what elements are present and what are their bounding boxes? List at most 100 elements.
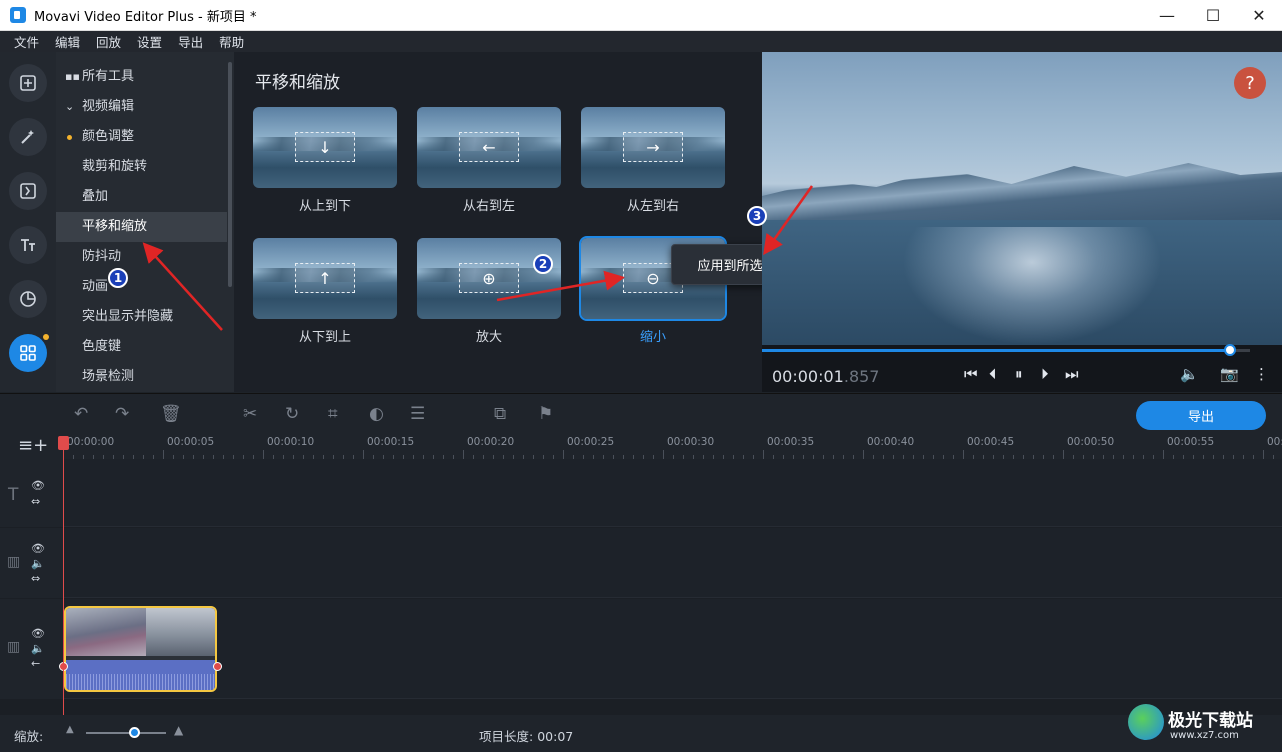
tool-item-scene-detection[interactable]: 场景检测 <box>56 362 227 392</box>
chevron-down-icon: ⌄ <box>65 100 75 113</box>
titles-icon[interactable] <box>9 226 47 264</box>
ruler-tick-label: 00:00:30 <box>667 436 715 448</box>
effect-label-selected: 缩小 <box>639 330 666 345</box>
help-button[interactable]: ? <box>1234 67 1266 99</box>
title-track-icon: T <box>8 485 19 505</box>
tool-item-color-adjust[interactable]: 颜色调整 <box>56 122 227 152</box>
tool-item-stabilization[interactable]: 防抖动 <box>56 242 227 272</box>
menu-file[interactable]: 文件 <box>14 32 39 51</box>
ruler-tick-label: 00:00:45 <box>967 436 1015 448</box>
zoom-slider-handle[interactable] <box>129 727 140 738</box>
cut-icon[interactable]: ✂ <box>243 404 257 424</box>
delete-icon[interactable]: 🗑 <box>160 404 182 424</box>
filters-wand-icon[interactable] <box>9 118 47 156</box>
overlay-track[interactable] <box>63 528 1282 598</box>
rotate-icon[interactable]: ↻ <box>285 404 299 424</box>
playhead[interactable] <box>58 436 69 715</box>
tool-item-chroma-key[interactable]: 色度键 <box>56 332 227 362</box>
ruler-tick-mark <box>563 450 564 459</box>
tool-item-crop-rotate[interactable]: 裁剪和旋转 <box>56 152 227 182</box>
redo-icon[interactable]: ↷ <box>115 404 129 424</box>
stickers-icon[interactable] <box>9 280 47 318</box>
tool-item-animation[interactable]: 动画 <box>56 272 227 302</box>
visibility-eye-icon[interactable]: 👁 <box>31 542 45 555</box>
effect-top-to-bottom[interactable]: ↓ <box>253 107 397 188</box>
prev-frame-icon[interactable]: ⏴ <box>989 365 997 383</box>
maximize-button[interactable]: ☐ <box>1190 0 1236 31</box>
ruler-tick-mark <box>763 450 764 459</box>
title-track[interactable] <box>63 459 1282 527</box>
add-track-icon[interactable]: ≡+ <box>18 435 48 456</box>
minimize-button[interactable]: — <box>1144 0 1190 31</box>
arrow-left-icon[interactable]: ← <box>31 657 40 670</box>
menu-export[interactable]: 导出 <box>178 32 203 51</box>
audio-speaker-icon[interactable]: 🔈 <box>31 642 45 655</box>
timeline-ruler[interactable]: ≡+ 00:00:00 00:00:05 00:00:10 00:00:15 00:00… <box>0 433 1282 459</box>
audio-speaker-icon[interactable]: 🔈 <box>31 557 45 570</box>
video-clip[interactable] <box>64 606 217 692</box>
main-track-header: ▥ 👁 🔈 ← <box>0 599 63 699</box>
ruler-tick-mark <box>463 450 464 459</box>
menu-playback[interactable]: 回放 <box>96 32 121 51</box>
visibility-eye-icon[interactable]: 👁 <box>31 479 45 492</box>
export-button[interactable]: 导出 <box>1136 401 1266 430</box>
seek-handle[interactable] <box>1224 344 1237 356</box>
snapshot-icon[interactable]: 📷 <box>1220 365 1239 383</box>
clip-trim-handle-right[interactable] <box>213 662 222 671</box>
crop-icon[interactable]: ⌗ <box>328 404 338 424</box>
clip-audio-waveform <box>66 660 215 690</box>
arrow-up-icon: ↑ <box>295 263 355 293</box>
main-video-track[interactable] <box>63 599 1282 699</box>
next-frame-icon[interactable]: ⏵ <box>1041 365 1049 383</box>
tools-scrollbar[interactable] <box>228 62 232 287</box>
effect-bottom-to-top[interactable]: ↑ <box>253 238 397 319</box>
close-button[interactable]: ✕ <box>1236 0 1282 31</box>
effects-title: 平移和缩放 <box>255 73 340 93</box>
arrow-left-icon: ← <box>459 132 519 162</box>
menu-edit[interactable]: 编辑 <box>55 32 80 51</box>
ruler-tick-mark <box>863 450 864 459</box>
watermark: 极光下载站 www.xz7.com <box>1128 700 1278 748</box>
color-adjust-icon[interactable]: ◐ <box>369 404 384 424</box>
title-track-header: T 👁 ⇔ <box>0 459 63 527</box>
tools-list: ▪▪ 所有工具 ⌄ 视频编辑 颜色调整 裁剪和旋转 叠加 平移和缩放 防抖动 动… <box>56 52 234 392</box>
effect-right-to-left[interactable]: ← <box>417 107 561 188</box>
more-tools-icon[interactable] <box>9 334 49 372</box>
effect-left-to-right[interactable]: → <box>581 107 725 188</box>
effect-zoom-in[interactable]: ⊕ <box>417 238 561 319</box>
mountain-decor <box>762 163 1282 220</box>
menu-help[interactable]: 帮助 <box>219 32 244 51</box>
more-options-icon[interactable]: ⋮ <box>1254 365 1269 383</box>
zoom-slider[interactable] <box>86 732 166 734</box>
import-icon[interactable] <box>9 64 47 102</box>
new-indicator-dot <box>43 334 49 340</box>
link-icon[interactable]: ⇔ <box>31 495 40 508</box>
tool-item-highlight-conceal[interactable]: 突出显示并隐藏 <box>56 302 227 332</box>
skip-end-icon[interactable]: ⏭ <box>1065 365 1079 383</box>
ruler-tick-label: 00:00:05 <box>167 436 215 448</box>
skip-start-icon[interactable]: ⏮ <box>964 365 978 383</box>
visibility-eye-icon[interactable]: 👁 <box>31 627 45 640</box>
link-icon[interactable]: ⇔ <box>31 572 40 585</box>
zoom-out-mountain-icon[interactable]: ▲ <box>66 724 74 735</box>
watermark-url: www.xz7.com <box>1170 730 1239 741</box>
marker-flag-icon[interactable]: ⚑ <box>538 404 553 424</box>
tool-item-pan-zoom[interactable]: 平移和缩放 <box>56 212 227 242</box>
tool-label: 叠加 <box>82 189 109 204</box>
ruler-tick-mark <box>163 450 164 459</box>
zoom-in-mountain-icon[interactable]: ▲ <box>174 723 183 737</box>
undo-icon[interactable]: ↶ <box>74 404 88 424</box>
arrow-right-icon: → <box>623 132 683 162</box>
tool-item-overlay[interactable]: 叠加 <box>56 182 227 212</box>
app-icon <box>10 7 26 23</box>
volume-icon[interactable]: 🔈 <box>1180 365 1199 383</box>
transitions-icon[interactable] <box>9 172 47 210</box>
menu-settings[interactable]: 设置 <box>137 32 162 51</box>
tools-video-edit[interactable]: ⌄ 视频编辑 <box>56 92 227 122</box>
clip-properties-icon[interactable]: ☰ <box>410 404 425 424</box>
tools-all[interactable]: ▪▪ 所有工具 <box>56 62 227 92</box>
tool-label: 防抖动 <box>82 249 122 264</box>
film-track-icon: ▥ <box>7 554 21 570</box>
overlay-icon[interactable]: ⧉ <box>494 404 506 424</box>
pause-icon[interactable]: ⏸ <box>1015 365 1023 383</box>
